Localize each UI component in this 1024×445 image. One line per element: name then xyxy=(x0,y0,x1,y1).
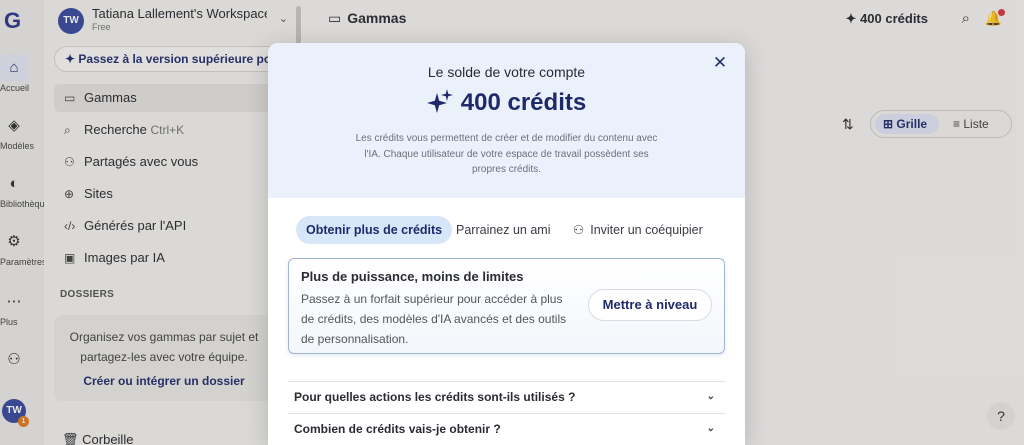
modal-header: ✕ Le solde de votre compte 400 crédits L… xyxy=(268,43,745,198)
tab-refer-friend[interactable]: Parrainez un ami xyxy=(456,216,551,244)
credits-modal: ✕ Le solde de votre compte 400 crédits L… xyxy=(268,43,745,445)
upgrade-title: Plus de puissance, moins de limites xyxy=(301,269,524,284)
tab-get-credits[interactable]: Obtenir plus de crédits xyxy=(296,216,453,244)
faq-question: Pour quelles actions les crédits sont-il… xyxy=(294,390,576,404)
upgrade-text: Passez à un forfait supérieur pour accéd… xyxy=(301,292,567,346)
tab-label: Inviter un coéquipier xyxy=(590,223,703,237)
modal-subtitle: Le solde de votre compte xyxy=(427,64,586,80)
faq-item[interactable]: Pour quelles actions les crédits sont-il… xyxy=(288,381,725,413)
chevron-down-icon: ⌄ xyxy=(706,391,715,402)
faq-item[interactable]: Combien de crédits vais-je obtenir ? ⌄ xyxy=(288,413,725,445)
sparkle-icon xyxy=(426,89,453,113)
upgrade-card: Plus de puissance, moins de limites Pass… xyxy=(288,258,725,354)
upgrade-button[interactable]: Mettre à niveau xyxy=(588,289,712,321)
credit-balance-value: 400 crédits xyxy=(460,89,587,116)
credit-balance: 400 crédits xyxy=(268,89,745,117)
chevron-down-icon: ⌄ xyxy=(706,423,715,434)
tab-invite-teammate[interactable]: ⚇ Inviter un coéquipier xyxy=(573,216,703,244)
add-user-icon: ⚇ xyxy=(573,223,585,237)
modal-description: Les crédits vous permettent de créer et … xyxy=(355,133,658,175)
faq-question: Combien de crédits vais-je obtenir ? xyxy=(294,422,501,436)
